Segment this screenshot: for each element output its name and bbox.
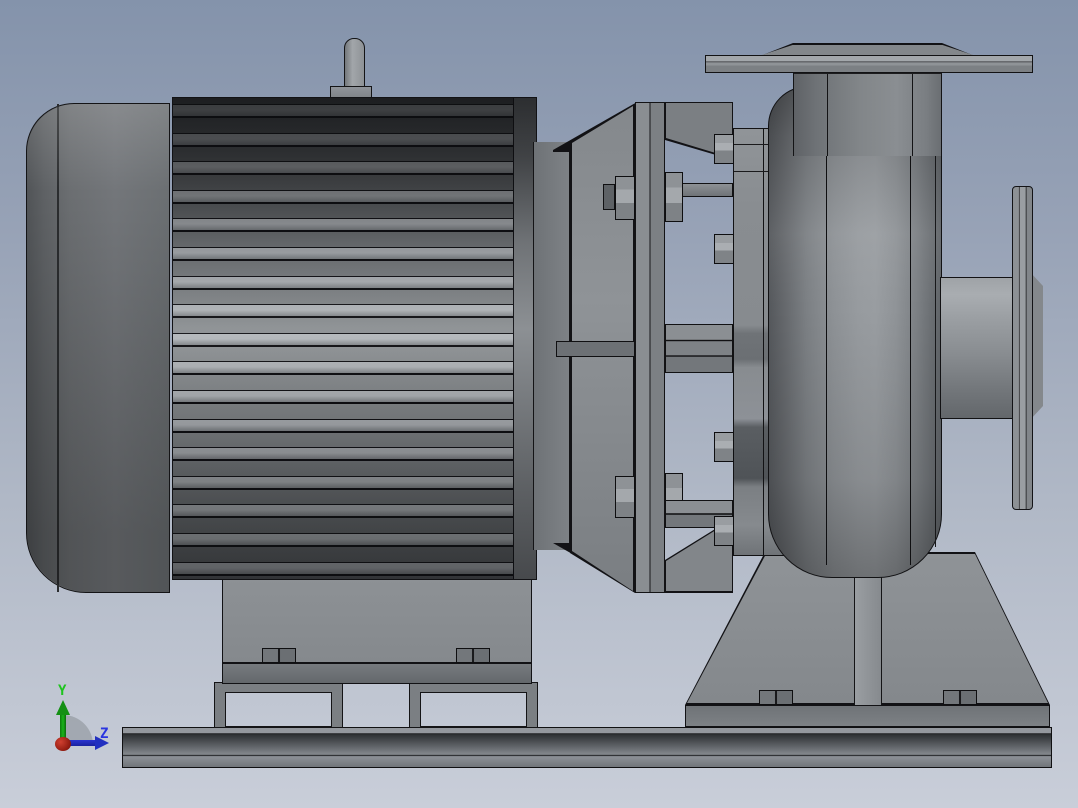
volute-tangent-line (826, 101, 827, 565)
pedestal-base[interactable] (685, 705, 1050, 727)
suction-pipe[interactable] (940, 277, 1014, 419)
discharge-neck[interactable] (793, 72, 942, 156)
neck-seam (912, 74, 913, 156)
pedestal-rib[interactable] (854, 558, 882, 705)
bracket-rib (556, 341, 635, 357)
cover-seam (763, 129, 764, 555)
y-axis-arrow (56, 700, 70, 715)
volute-tangent-line (910, 101, 911, 565)
motor-fin-housing[interactable] (172, 97, 537, 580)
hex-bolt-head-lower (615, 476, 635, 518)
motor-foot-frame-left[interactable] (214, 682, 343, 728)
pump-shaft[interactable] (665, 324, 733, 373)
baseplate[interactable] (122, 727, 1052, 768)
cylinder-shading (173, 98, 536, 579)
anchor-bolt-pair (943, 690, 977, 705)
cover-bolt (714, 516, 734, 546)
motor-foot-frame-right[interactable] (409, 682, 538, 728)
discharge-flange[interactable] (705, 55, 1033, 73)
anchor-bolt-pair (262, 648, 296, 663)
bolt-shank-end (603, 184, 615, 210)
bracket-flange[interactable] (635, 102, 665, 593)
cover-bolt (714, 134, 734, 164)
origin-dot (55, 737, 71, 751)
anchor-bolt-pair (456, 648, 490, 663)
casing-rim-line (935, 107, 936, 547)
neck-seam (827, 74, 828, 156)
motor-end-cap[interactable] (26, 103, 170, 593)
motor-support-base[interactable] (222, 663, 532, 684)
suction-flange[interactable] (1012, 186, 1033, 510)
end-cap-shading (27, 104, 169, 592)
cover-bolt (714, 234, 734, 264)
z-axis-label: Z (100, 726, 109, 742)
hex-bolt-head-upper (615, 176, 635, 220)
volute-casing[interactable] (768, 86, 942, 578)
y-axis-label: Y (58, 683, 67, 699)
flange-bevel (762, 44, 973, 55)
hex-nut-upper (665, 172, 683, 222)
anchor-bolt-pair (759, 690, 793, 705)
lifting-eye[interactable] (344, 38, 365, 92)
cover-bolt (714, 432, 734, 462)
cad-viewport[interactable]: Y Z (0, 0, 1078, 808)
